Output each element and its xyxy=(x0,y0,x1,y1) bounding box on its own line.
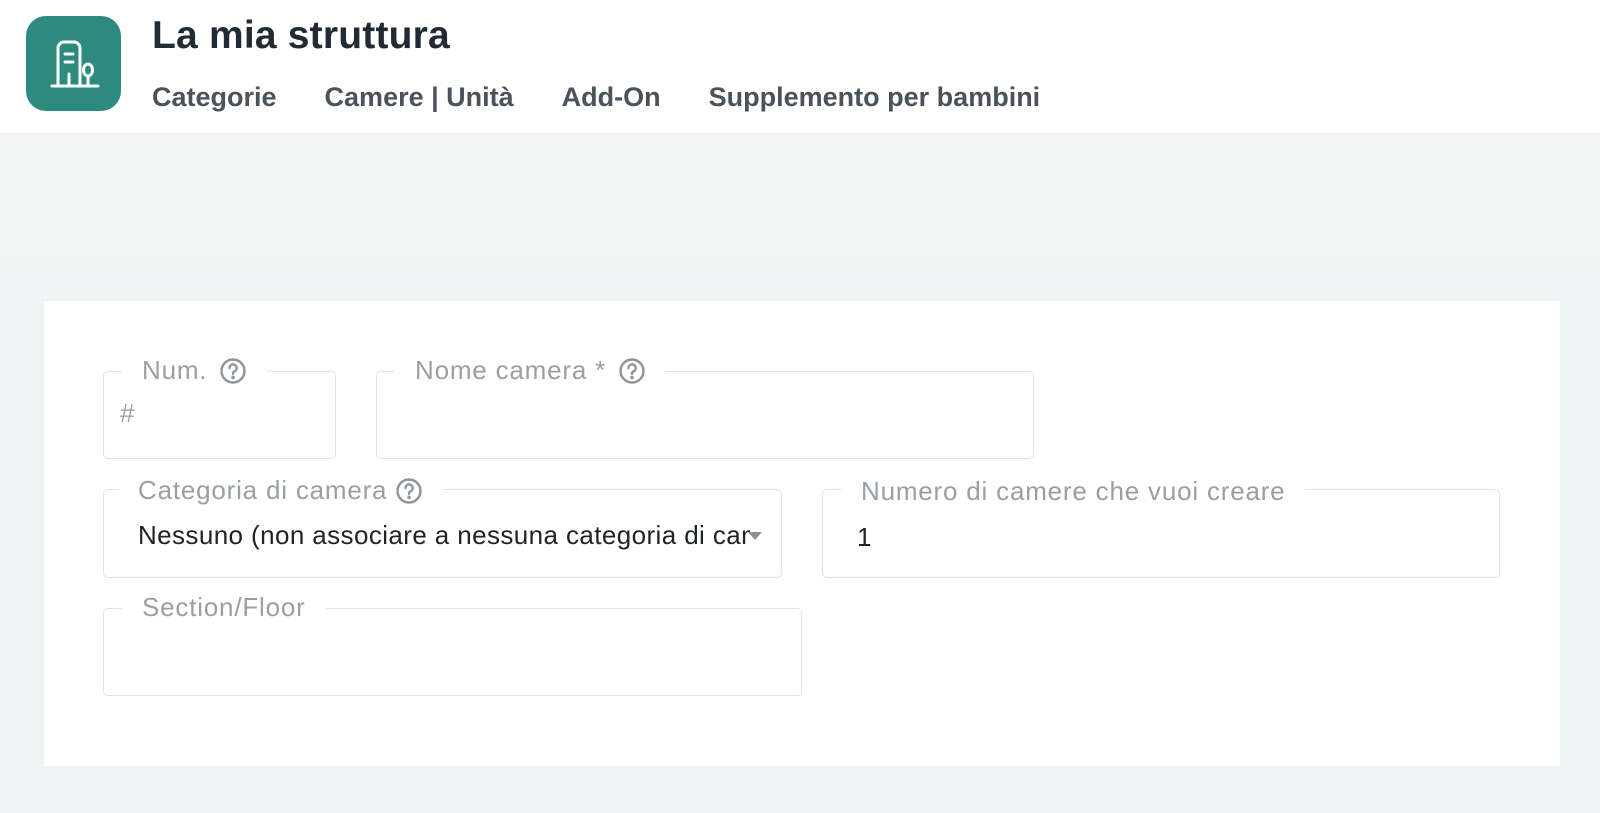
app-header: La mia struttura Categorie Camere | Unit… xyxy=(0,0,1600,134)
room-name-legend: Nome camera * xyxy=(395,355,667,386)
room-name-field[interactable]: Nome camera * xyxy=(376,355,1034,459)
help-circle-icon[interactable] xyxy=(618,357,646,385)
building-icon xyxy=(26,16,121,111)
num-field-label: Num. xyxy=(142,355,208,385)
chevron-down-icon[interactable] xyxy=(748,532,762,540)
num-field-placeholder: # xyxy=(120,398,135,428)
num-field-legend: Num. xyxy=(122,355,268,386)
section-tabs: Categorie Camere | Unità Add-On Suppleme… xyxy=(152,82,1088,113)
page-title: La mia struttura xyxy=(152,14,450,57)
tab-categorie[interactable]: Categorie xyxy=(152,82,277,113)
help-circle-icon[interactable] xyxy=(395,477,423,505)
section-floor-label: Section/Floor xyxy=(142,592,306,622)
room-category-legend: Categoria di camera xyxy=(118,475,444,506)
help-circle-icon[interactable] xyxy=(219,357,247,385)
num-field[interactable]: Num. # xyxy=(103,355,336,459)
tab-supplemento-bambini[interactable]: Supplemento per bambini xyxy=(709,82,1041,113)
rooms-to-create-value: 1 xyxy=(857,522,872,552)
section-floor-field[interactable]: Section/Floor xyxy=(103,592,802,696)
rooms-to-create-legend: Numero di camere che vuoi creare xyxy=(841,476,1306,507)
section-floor-legend: Section/Floor xyxy=(122,592,326,623)
tab-add-on[interactable]: Add-On xyxy=(562,82,661,113)
rooms-to-create-label: Numero di camere che vuoi creare xyxy=(861,476,1286,506)
room-name-label: Nome camera * xyxy=(415,355,607,385)
tab-camere-unita[interactable]: Camere | Unità xyxy=(325,82,514,113)
room-form-card: Num. # Nome camera * Categoria di camera… xyxy=(44,301,1560,766)
room-category-select[interactable]: Categoria di camera Nessuno (non associa… xyxy=(103,475,782,578)
room-category-label: Categoria di camera xyxy=(138,475,388,505)
rooms-to-create-field[interactable]: Numero di camere che vuoi creare 1 xyxy=(822,476,1500,578)
header-band xyxy=(0,135,1600,261)
room-category-selected: Nessuno (non associare a nessuna categor… xyxy=(138,520,750,550)
